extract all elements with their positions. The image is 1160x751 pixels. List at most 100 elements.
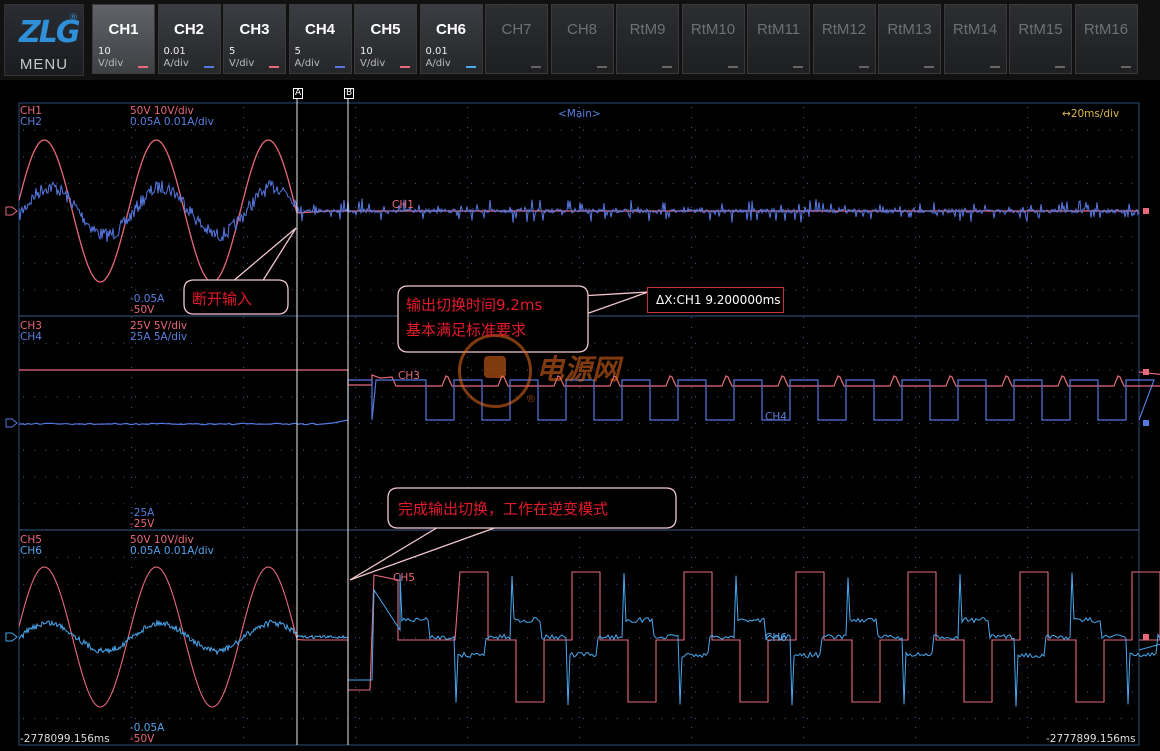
annotation-switch-time-1: 输出切换时间9.2ms [406, 296, 543, 314]
panel2-ch-b-label: CH4 [20, 331, 42, 343]
panel1-trace-label: CH1 [392, 199, 414, 211]
channel-tab-value: 0.01 [425, 46, 448, 57]
channel-tab-ch7[interactable]: CH7 [485, 4, 548, 74]
channel-tab-name: CH1 [108, 21, 139, 38]
channel-tab-rtm10[interactable]: RtM10 [681, 4, 745, 74]
channel-tab-rtm13[interactable]: RtM13 [878, 4, 941, 74]
channel-tab-ch1[interactable]: CH1 10 V/div [92, 4, 155, 74]
channel-color-bar [989, 66, 1000, 68]
channel-tab-rtm14[interactable]: RtM14 [943, 4, 1007, 74]
time-start: -2778099.156ms [20, 733, 110, 745]
channel-tab-rtm16[interactable]: RtM16 [1074, 4, 1138, 74]
annotation-switch-time-2: 基本满足标准要求 [406, 321, 527, 339]
channel-tab-rtm15[interactable]: RtM15 [1009, 4, 1072, 74]
timebase-scale[interactable]: ↔20ms/div [1062, 108, 1119, 120]
callout-switch-tail [579, 291, 649, 315]
annotation-inverter: 完成输出切换，工作在逆变模式 [398, 500, 609, 518]
channel-color-bar [1120, 66, 1131, 68]
channel-color-bar [465, 66, 476, 68]
grid-dots [23, 107, 1133, 738]
right-offset-marker-extra-2 [1143, 634, 1149, 640]
channel-tab-name: CH5 [370, 21, 401, 38]
registered-mark: ® [69, 13, 78, 23]
channel-color-bar [793, 66, 803, 68]
channel-tab-value: 10 [360, 46, 373, 57]
right-offset-marker-extra-1 [1143, 369, 1149, 375]
channel-color-bar [1055, 66, 1065, 68]
time-end: -2777899.156ms [1046, 733, 1136, 745]
traces [18, 139, 1160, 708]
channel-tab-ch3[interactable]: CH3 5 V/div [223, 4, 286, 74]
panel3-trace-label-a: CH5 [393, 572, 415, 584]
channel-tab-name: CH8 [566, 21, 597, 38]
callout-disconnect-tail [231, 227, 297, 283]
channel-tab-ch6[interactable]: CH6 0.01 A/div [419, 4, 483, 74]
channel-tab-value: 5 [294, 46, 301, 57]
watermark: 电源网 ® [454, 328, 654, 418]
channel-tab-name: RtM16 [1083, 21, 1129, 38]
panel1-ch-b-label: CH2 [20, 116, 42, 128]
left-offset-marker-2 [5, 418, 18, 428]
view-label: <Main> [558, 108, 601, 120]
channel-color-bar [727, 66, 738, 68]
panel3-trace-label-b: CH6 [765, 632, 787, 644]
channel-tab-unit: V/div [98, 58, 124, 69]
panel3-bottom-a: -50V [130, 733, 155, 745]
channel-tab-unit: V/div [360, 58, 386, 69]
ch5-trace [18, 566, 1160, 708]
channel-tab-ch5[interactable]: CH5 10 V/div [354, 4, 417, 74]
ch6-trace [18, 572, 1160, 707]
menu-button[interactable]: ZLG ® MENU [4, 4, 84, 76]
channel-color-bar [400, 66, 410, 68]
top-toolbar: ZLG ® MENU CH1 10 V/div CH2 0.01 A/div CH3 5 V/d… [0, 0, 1160, 80]
right-offset-marker-1 [1143, 208, 1149, 214]
channel-tab-name: RtM13 [887, 21, 932, 38]
channel-tab-unit: V/div [229, 58, 255, 69]
panel1-bottom-a: -50V [130, 304, 155, 316]
channel-tab-unit: A/div [425, 58, 451, 69]
channel-tab-value: 5 [229, 46, 236, 57]
channel-tab-ch8[interactable]: CH8 [550, 4, 614, 74]
panel1-ch-b-scale: 0.05A 0.01A/div [130, 116, 214, 128]
panel3-ch-b-scale: 0.05A 0.01A/div [130, 545, 214, 557]
channel-tab-value: 10 [98, 46, 111, 57]
channel-tab-name: RtM9 [629, 21, 666, 38]
annotation-disconnect: 断开输入 [192, 290, 253, 308]
channel-tab-rtm12[interactable]: RtM12 [812, 4, 876, 74]
watermark-text: 电源网 [536, 353, 621, 386]
menu-label: MENU [19, 56, 69, 73]
channel-color-bar [203, 66, 214, 68]
channel-tab-value: 0.01 [163, 46, 186, 57]
plug-icon [484, 356, 506, 378]
channel-tab-name: CH4 [304, 21, 335, 38]
channel-tab-rtm9[interactable]: RtM9 [616, 4, 679, 74]
channel-tab-name: RtM14 [952, 21, 998, 38]
channel-color-bar [924, 66, 934, 68]
channel-tab-ch4[interactable]: CH4 5 A/div [288, 4, 352, 74]
channel-color-bar [662, 66, 672, 68]
channel-color-bar [596, 66, 607, 68]
channel-tab-name: RtM15 [1018, 21, 1063, 38]
channel-tab-unit: A/div [163, 58, 189, 69]
channel-tab-name: RtM12 [821, 21, 867, 38]
right-offset-marker-2 [1143, 420, 1149, 426]
channel-tab-rtm11[interactable]: RtM11 [747, 4, 810, 74]
channel-color-bar [858, 66, 869, 68]
delta-x-measurement: ΔX:CH1 9.200000ms [647, 287, 784, 313]
channel-tab-name: RtM10 [690, 21, 736, 38]
channel-color-bar [138, 66, 148, 68]
channel-tab-name: RtM11 [756, 21, 801, 38]
panel2-trace-label-b: CH4 [765, 411, 787, 423]
left-offset-marker-3 [5, 632, 18, 642]
timebase-scale-value: 20ms/div [1070, 108, 1120, 120]
channel-tab-ch2[interactable]: CH2 0.01 A/div [157, 4, 221, 74]
panel2-bottom-a: -25V [130, 518, 155, 530]
panel2-ch-b-scale: 25A 5A/div [130, 331, 188, 343]
left-offset-marker-1 [5, 206, 18, 216]
watermark-reg: ® [526, 394, 536, 405]
cursor-a-marker[interactable]: A [293, 88, 304, 99]
timebase-arrows-icon: ↔ [1062, 108, 1071, 120]
cursor-b-marker[interactable]: B [344, 88, 355, 99]
channel-color-bar [334, 66, 345, 68]
channel-color-bar [531, 66, 541, 68]
